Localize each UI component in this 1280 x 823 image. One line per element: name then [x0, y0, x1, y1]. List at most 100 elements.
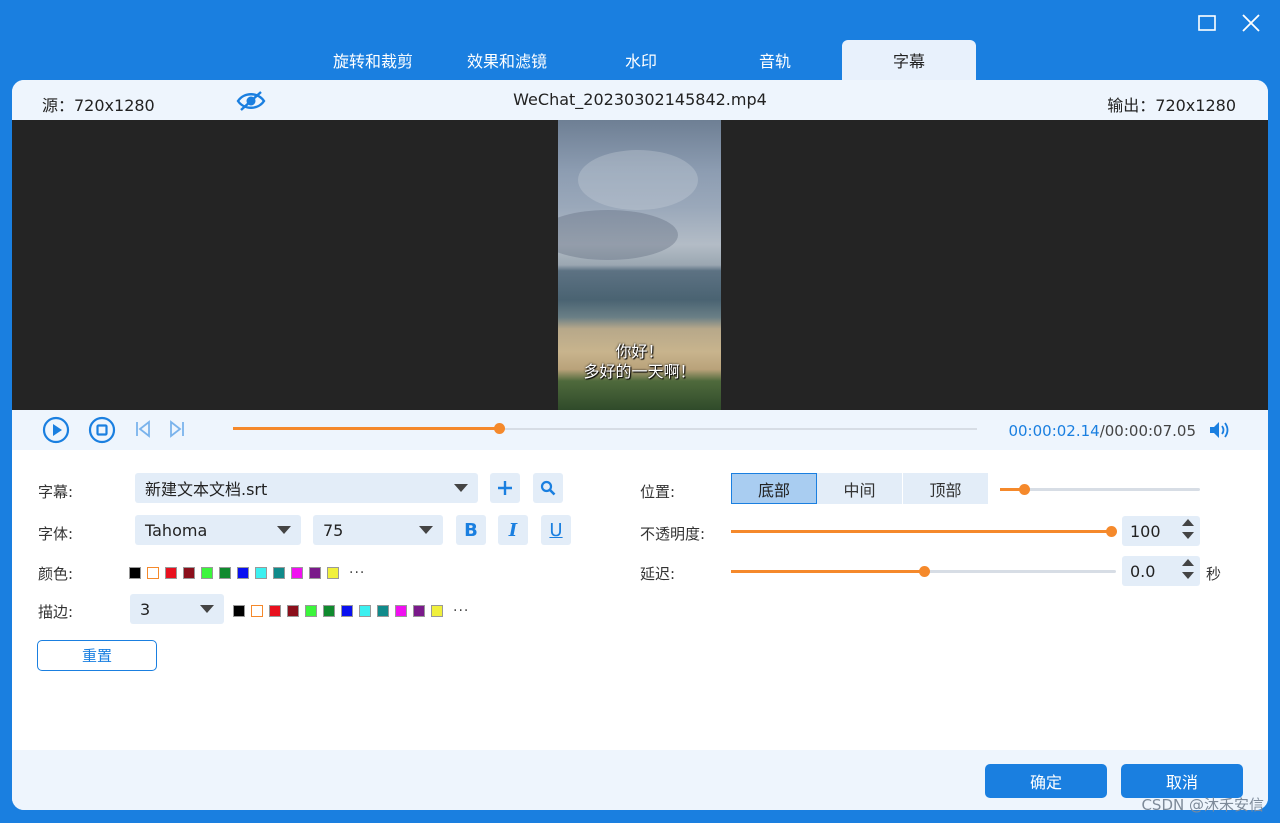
dialog-footer: 确定 取消	[12, 750, 1268, 810]
cancel-button[interactable]: 取消	[1121, 764, 1243, 798]
position-offset-slider[interactable]	[1000, 484, 1200, 495]
plus-icon	[498, 481, 512, 495]
increment-arrow-icon[interactable]	[1182, 559, 1194, 566]
color-swatch[interactable]	[129, 567, 141, 579]
add-subtitle-button[interactable]	[490, 473, 520, 503]
font-size-value: 75	[323, 520, 344, 540]
slider-handle[interactable]	[1106, 526, 1117, 537]
slider-fill	[731, 530, 1111, 533]
reset-button[interactable]: 重置	[37, 640, 157, 671]
color-swatch[interactable]	[165, 567, 177, 579]
position-bottom-button[interactable]: 底部	[731, 473, 817, 504]
prev-frame-icon[interactable]	[134, 420, 152, 442]
editor-panel: 源：720x1280 WeChat_20230302145842.mp4 输出：…	[12, 80, 1268, 810]
progress-fill	[233, 427, 500, 430]
tab-watermark[interactable]: 水印	[574, 40, 708, 80]
delay-label: 延迟:	[640, 565, 676, 583]
outline-color-swatch[interactable]	[305, 605, 317, 617]
delay-unit: 秒	[1206, 565, 1222, 583]
slider-handle[interactable]	[1019, 484, 1030, 495]
maximize-icon[interactable]	[1196, 12, 1218, 34]
video-preview: 你好！ 多好的一天啊！	[12, 120, 1268, 410]
playback-progress[interactable]	[233, 423, 977, 434]
progress-handle[interactable]	[494, 423, 506, 434]
bold-button[interactable]: B	[456, 515, 486, 545]
tab-effects-filters[interactable]: 效果和滤镜	[440, 40, 574, 80]
font-size-select[interactable]: 75	[313, 515, 443, 545]
cloud-shape	[558, 210, 678, 260]
outline-color-swatch[interactable]	[341, 605, 353, 617]
ok-button[interactable]: 确定	[985, 764, 1107, 798]
chevron-down-icon	[277, 526, 291, 534]
italic-button[interactable]: I	[498, 515, 528, 545]
file-name: WeChat_20230302145842.mp4	[513, 90, 767, 109]
color-label: 颜色:	[38, 565, 74, 583]
slider-fill	[731, 570, 924, 573]
more-colors-icon[interactable]: ···	[349, 565, 365, 581]
color-swatch[interactable]	[219, 567, 231, 579]
underline-button[interactable]: U	[541, 515, 571, 545]
color-swatch[interactable]	[147, 567, 159, 579]
outline-color-swatch[interactable]	[323, 605, 335, 617]
outline-color-swatch[interactable]	[269, 605, 281, 617]
opacity-value: 100	[1130, 521, 1161, 541]
outline-color-swatch[interactable]	[251, 605, 263, 617]
outline-width-select[interactable]: 3	[130, 594, 224, 624]
subtitle-file-select[interactable]: 新建文本文档.srt	[135, 473, 478, 503]
delay-spinbox[interactable]: 0.0	[1122, 556, 1200, 586]
position-middle-button[interactable]: 中间	[817, 473, 903, 504]
delay-slider[interactable]	[731, 566, 1116, 577]
close-icon[interactable]	[1240, 12, 1262, 34]
outline-color-swatch[interactable]	[431, 605, 443, 617]
tab-subtitle[interactable]: 字幕	[842, 40, 976, 80]
outline-color-swatch[interactable]	[395, 605, 407, 617]
color-swatch[interactable]	[255, 567, 267, 579]
chevron-down-icon	[200, 605, 214, 613]
font-family-value: Tahoma	[145, 520, 208, 540]
subtitle-label: 字幕:	[38, 483, 74, 501]
slider-handle[interactable]	[918, 566, 930, 577]
outline-color-swatch[interactable]	[377, 605, 389, 617]
chevron-down-icon	[419, 526, 433, 534]
color-swatch[interactable]	[237, 567, 249, 579]
watermark: CSDN @沐禾安信	[1141, 796, 1264, 814]
outline-color-swatch[interactable]	[287, 605, 299, 617]
color-swatch[interactable]	[183, 567, 195, 579]
next-frame-icon[interactable]	[168, 420, 186, 442]
tab-audio-track[interactable]: 音轨	[708, 40, 842, 80]
color-swatch[interactable]	[309, 567, 321, 579]
position-segmented-control: 底部 中间 顶部	[731, 473, 989, 504]
outline-width-value: 3	[140, 599, 151, 619]
decrement-arrow-icon[interactable]	[1182, 532, 1194, 539]
output-resolution: 输出：720x1280	[1107, 96, 1236, 115]
opacity-spinbox[interactable]: 100	[1122, 516, 1200, 546]
position-top-button[interactable]: 顶部	[903, 473, 989, 504]
color-swatch[interactable]	[291, 567, 303, 579]
more-colors-icon[interactable]: ···	[453, 603, 469, 619]
color-swatch[interactable]	[201, 567, 213, 579]
search-subtitle-button[interactable]	[533, 473, 563, 503]
outline-color-swatch[interactable]	[359, 605, 371, 617]
outline-color-swatch[interactable]	[233, 605, 245, 617]
color-swatches: ···	[129, 565, 365, 581]
tab-bar: 旋转和裁剪 效果和滤镜 水印 音轨 字幕	[306, 40, 976, 80]
tab-rotate-crop[interactable]: 旋转和裁剪	[306, 40, 440, 80]
time-readout: 00:00:02.14/00:00:07.05	[1008, 422, 1196, 440]
current-time: 00:00:02.14	[1008, 422, 1100, 440]
decrement-arrow-icon[interactable]	[1182, 572, 1194, 579]
outline-color-swatch[interactable]	[413, 605, 425, 617]
subtitle-settings: 字幕: 新建文本文档.srt 字体: Tahoma 75 B I U 颜色: ·…	[12, 450, 1268, 750]
outline-color-swatches: ···	[233, 603, 469, 619]
font-family-select[interactable]: Tahoma	[135, 515, 301, 545]
opacity-slider[interactable]	[731, 526, 1117, 537]
color-swatch[interactable]	[327, 567, 339, 579]
info-bar: 源：720x1280 WeChat_20230302145842.mp4 输出：…	[12, 80, 1268, 120]
volume-icon[interactable]	[1208, 420, 1232, 444]
stop-icon[interactable]	[88, 416, 116, 448]
color-swatch[interactable]	[273, 567, 285, 579]
play-icon[interactable]	[42, 416, 70, 448]
search-icon	[540, 480, 556, 496]
increment-arrow-icon[interactable]	[1182, 519, 1194, 526]
position-label: 位置:	[640, 483, 676, 501]
outline-label: 描边:	[38, 603, 74, 621]
